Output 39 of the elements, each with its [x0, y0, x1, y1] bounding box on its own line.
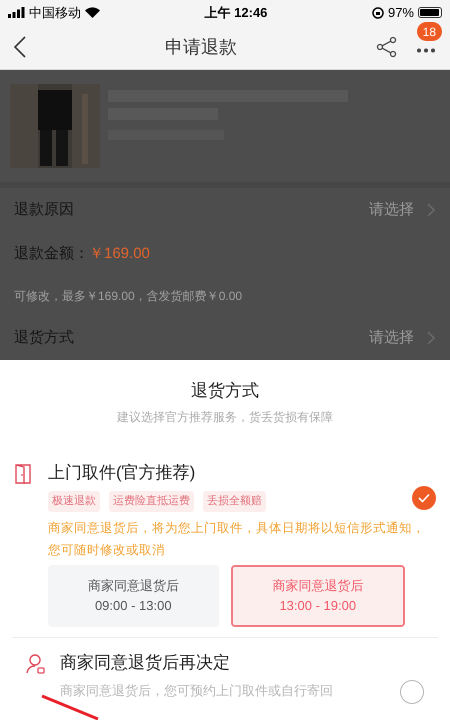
option-title: 商家同意退货后再决定 [60, 652, 230, 674]
more-icon[interactable] [416, 48, 436, 52]
clock-time: 上午 12:46 [204, 4, 268, 22]
row-label: 退货方式 [14, 328, 74, 348]
selected-checkmark[interactable] [412, 486, 436, 510]
amount-note: 可修改，最多￥169.00，含发货邮费￥0.00 [14, 288, 242, 305]
select-row[interactable]: 退款原因 请选择 [0, 188, 450, 232]
chevron-right-icon [426, 202, 436, 218]
feature-tag: 运费险直抵运费 [109, 491, 194, 512]
check-icon [418, 492, 430, 502]
radio-button[interactable] [400, 680, 424, 704]
chevron-right-icon [426, 330, 436, 346]
feature-tag: 极速退款 [48, 491, 100, 512]
sheet-subtitle: 建议选择官方推荐服务，货丢货损有保障 [117, 408, 333, 426]
back-icon[interactable] [14, 36, 26, 58]
row-value: 请选择 [369, 328, 414, 348]
row-label: 退款金额： [14, 244, 89, 264]
feature-tag: 丢损全额赔 [203, 491, 266, 512]
signal-icon [8, 7, 25, 18]
option-title: 上门取件(官方推荐) [48, 462, 196, 484]
wifi-icon [85, 7, 100, 18]
refund-amount: ￥169.00 [89, 244, 150, 264]
row-value: 请选择 [369, 200, 414, 220]
time-slot[interactable]: 商家同意退货后 09:00 - 13:00 [48, 564, 218, 626]
share-icon[interactable] [376, 36, 398, 58]
battery-icon [418, 7, 442, 18]
time-slot[interactable]: 商家同意退货后 13:00 - 19:00 [230, 564, 405, 626]
battery-percent: 97% [388, 4, 414, 22]
row-label: 退款原因 [14, 200, 74, 220]
carrier-name: 中国移动 [29, 4, 81, 22]
rotation-lock-icon [372, 6, 384, 18]
person-icon [26, 652, 46, 674]
select-row[interactable]: 退货方式 请选择 [0, 316, 450, 360]
door-icon [14, 462, 33, 484]
notification-badge: 18 [416, 22, 442, 41]
page-title: 申请退款 [164, 36, 238, 58]
option-description: 商家同意退货后，您可预约上门取件或自行寄回 [60, 682, 334, 700]
pickup-note: 商家同意退货后，将为您上门取件，具体日期将以短信形式通知，您可随时修改或取消 [48, 520, 426, 558]
sheet-title: 退货方式 [191, 380, 259, 402]
